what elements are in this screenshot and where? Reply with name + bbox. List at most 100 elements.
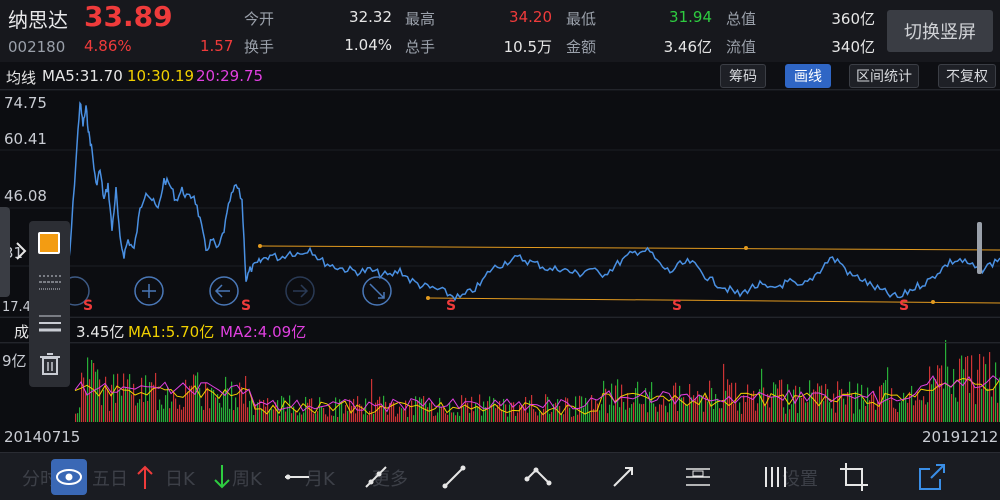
volume-bar bbox=[101, 405, 103, 422]
volume-bar bbox=[283, 397, 285, 422]
kline-chart[interactable]: SSSSS bbox=[0, 90, 1000, 452]
volume-bar bbox=[909, 391, 911, 422]
stat-turnover-label: 换手 bbox=[244, 38, 275, 56]
parallel-line-icon[interactable] bbox=[520, 459, 556, 495]
share-icon[interactable] bbox=[914, 459, 950, 495]
left-drag-handle[interactable] bbox=[0, 207, 10, 297]
volume-bar bbox=[397, 413, 399, 422]
volume-bar bbox=[963, 369, 965, 422]
line-width-icon[interactable] bbox=[37, 313, 63, 333]
volume-bar bbox=[163, 408, 165, 422]
range-stats-button[interactable]: 区间统计 bbox=[849, 64, 919, 88]
volume-bar bbox=[483, 401, 485, 422]
volume-bar bbox=[173, 390, 175, 422]
volume-bar bbox=[779, 380, 781, 422]
volume-bar bbox=[895, 408, 897, 422]
change-percent: 4.86% bbox=[84, 37, 132, 55]
horizontal-line-icon[interactable] bbox=[279, 459, 315, 495]
volume-bar bbox=[585, 397, 587, 422]
volume-bar bbox=[477, 407, 479, 422]
volume-bar bbox=[179, 404, 181, 422]
sell-marker: S bbox=[899, 298, 909, 314]
switch-portrait-button[interactable]: 切换竖屏 bbox=[887, 10, 993, 52]
volume-info-bar: 成 3.45亿 MA1:5.70亿 MA2:4.09亿 bbox=[0, 317, 1000, 343]
crop-box-icon[interactable] bbox=[836, 459, 872, 495]
ray-line-icon[interactable] bbox=[358, 459, 394, 495]
volume-bar bbox=[941, 365, 943, 422]
volume-bar bbox=[713, 408, 715, 422]
volume-bar bbox=[115, 402, 117, 422]
volume-bar bbox=[937, 365, 939, 422]
volume-bar bbox=[573, 416, 575, 422]
volume-bar bbox=[923, 396, 925, 422]
volume-bar bbox=[863, 400, 865, 422]
trend-point[interactable] bbox=[744, 246, 748, 250]
color-swatch-icon[interactable] bbox=[38, 232, 60, 254]
volume-bar bbox=[149, 382, 151, 422]
volume-bar bbox=[849, 381, 851, 422]
trend-line-upper[interactable] bbox=[259, 245, 1000, 251]
golden-section-icon[interactable] bbox=[680, 459, 716, 495]
stat-low-label: 最低 bbox=[566, 10, 597, 28]
draw-line-button[interactable]: 画线 bbox=[785, 64, 831, 88]
volume-bar bbox=[921, 400, 923, 422]
segment-line-icon[interactable] bbox=[436, 459, 472, 495]
volume-bar bbox=[403, 409, 405, 422]
volume-bar bbox=[217, 394, 219, 422]
sell-marker: S bbox=[446, 298, 456, 314]
volume-bar bbox=[291, 413, 293, 422]
volume-bar bbox=[673, 385, 675, 422]
volume-bar bbox=[707, 401, 709, 422]
tab-day-k[interactable]: 日K bbox=[165, 465, 195, 491]
volume-bar bbox=[377, 399, 379, 422]
chart-nav-icons[interactable] bbox=[60, 276, 392, 306]
right-drag-handle[interactable] bbox=[977, 222, 982, 274]
volume-bar bbox=[797, 413, 799, 422]
sell-markers: SSSSS bbox=[83, 298, 909, 314]
volume-bar bbox=[303, 412, 305, 422]
volume-bar bbox=[949, 385, 951, 422]
volume-bar bbox=[579, 395, 581, 422]
arrow-down-icon[interactable] bbox=[204, 459, 240, 495]
start-date: 20140715 bbox=[4, 428, 81, 446]
volume-bar bbox=[745, 401, 747, 422]
volume-bar bbox=[433, 416, 435, 422]
volume-bar bbox=[335, 397, 337, 422]
volume-bar bbox=[333, 415, 335, 422]
arrow-up-icon[interactable] bbox=[127, 459, 163, 495]
volume-bar bbox=[891, 388, 893, 422]
trend-line-lower[interactable] bbox=[427, 297, 1000, 304]
volume-bar bbox=[589, 411, 591, 422]
stat-total-cap-value: 360亿 bbox=[831, 10, 875, 28]
tab-five-day[interactable]: 五日 bbox=[92, 465, 128, 491]
volume-bar bbox=[631, 404, 633, 422]
volume-bar bbox=[783, 407, 785, 422]
volume-bar bbox=[99, 379, 101, 422]
volume-bar bbox=[171, 401, 173, 422]
vertical-lines-icon[interactable] bbox=[758, 459, 794, 495]
trash-icon[interactable] bbox=[39, 352, 61, 376]
volume-bar bbox=[571, 416, 573, 422]
volume-bar bbox=[813, 389, 815, 422]
volume-bar bbox=[765, 405, 767, 422]
arrow-line-icon[interactable] bbox=[605, 459, 641, 495]
volume-bar bbox=[487, 401, 489, 422]
volume-bar bbox=[351, 405, 353, 422]
stat-float-cap-value: 340亿 bbox=[831, 38, 875, 56]
chevron-right-icon[interactable] bbox=[14, 240, 28, 262]
volume-bar bbox=[183, 406, 185, 422]
no-adjust-button[interactable]: 不复权 bbox=[938, 64, 996, 88]
trend-point[interactable] bbox=[931, 300, 935, 304]
volume-bar bbox=[109, 410, 111, 422]
volume-bar bbox=[897, 412, 899, 422]
volume-bar bbox=[235, 397, 237, 422]
chips-button[interactable]: 筹码 bbox=[720, 64, 766, 88]
volume-bar bbox=[641, 404, 643, 422]
trend-point[interactable] bbox=[426, 296, 430, 300]
volume-bar bbox=[975, 404, 977, 422]
trend-point[interactable] bbox=[258, 244, 262, 248]
line-style-icon[interactable] bbox=[37, 273, 63, 293]
volume-bar bbox=[159, 399, 161, 422]
volume-bar bbox=[613, 405, 615, 422]
eye-icon[interactable] bbox=[51, 459, 87, 495]
